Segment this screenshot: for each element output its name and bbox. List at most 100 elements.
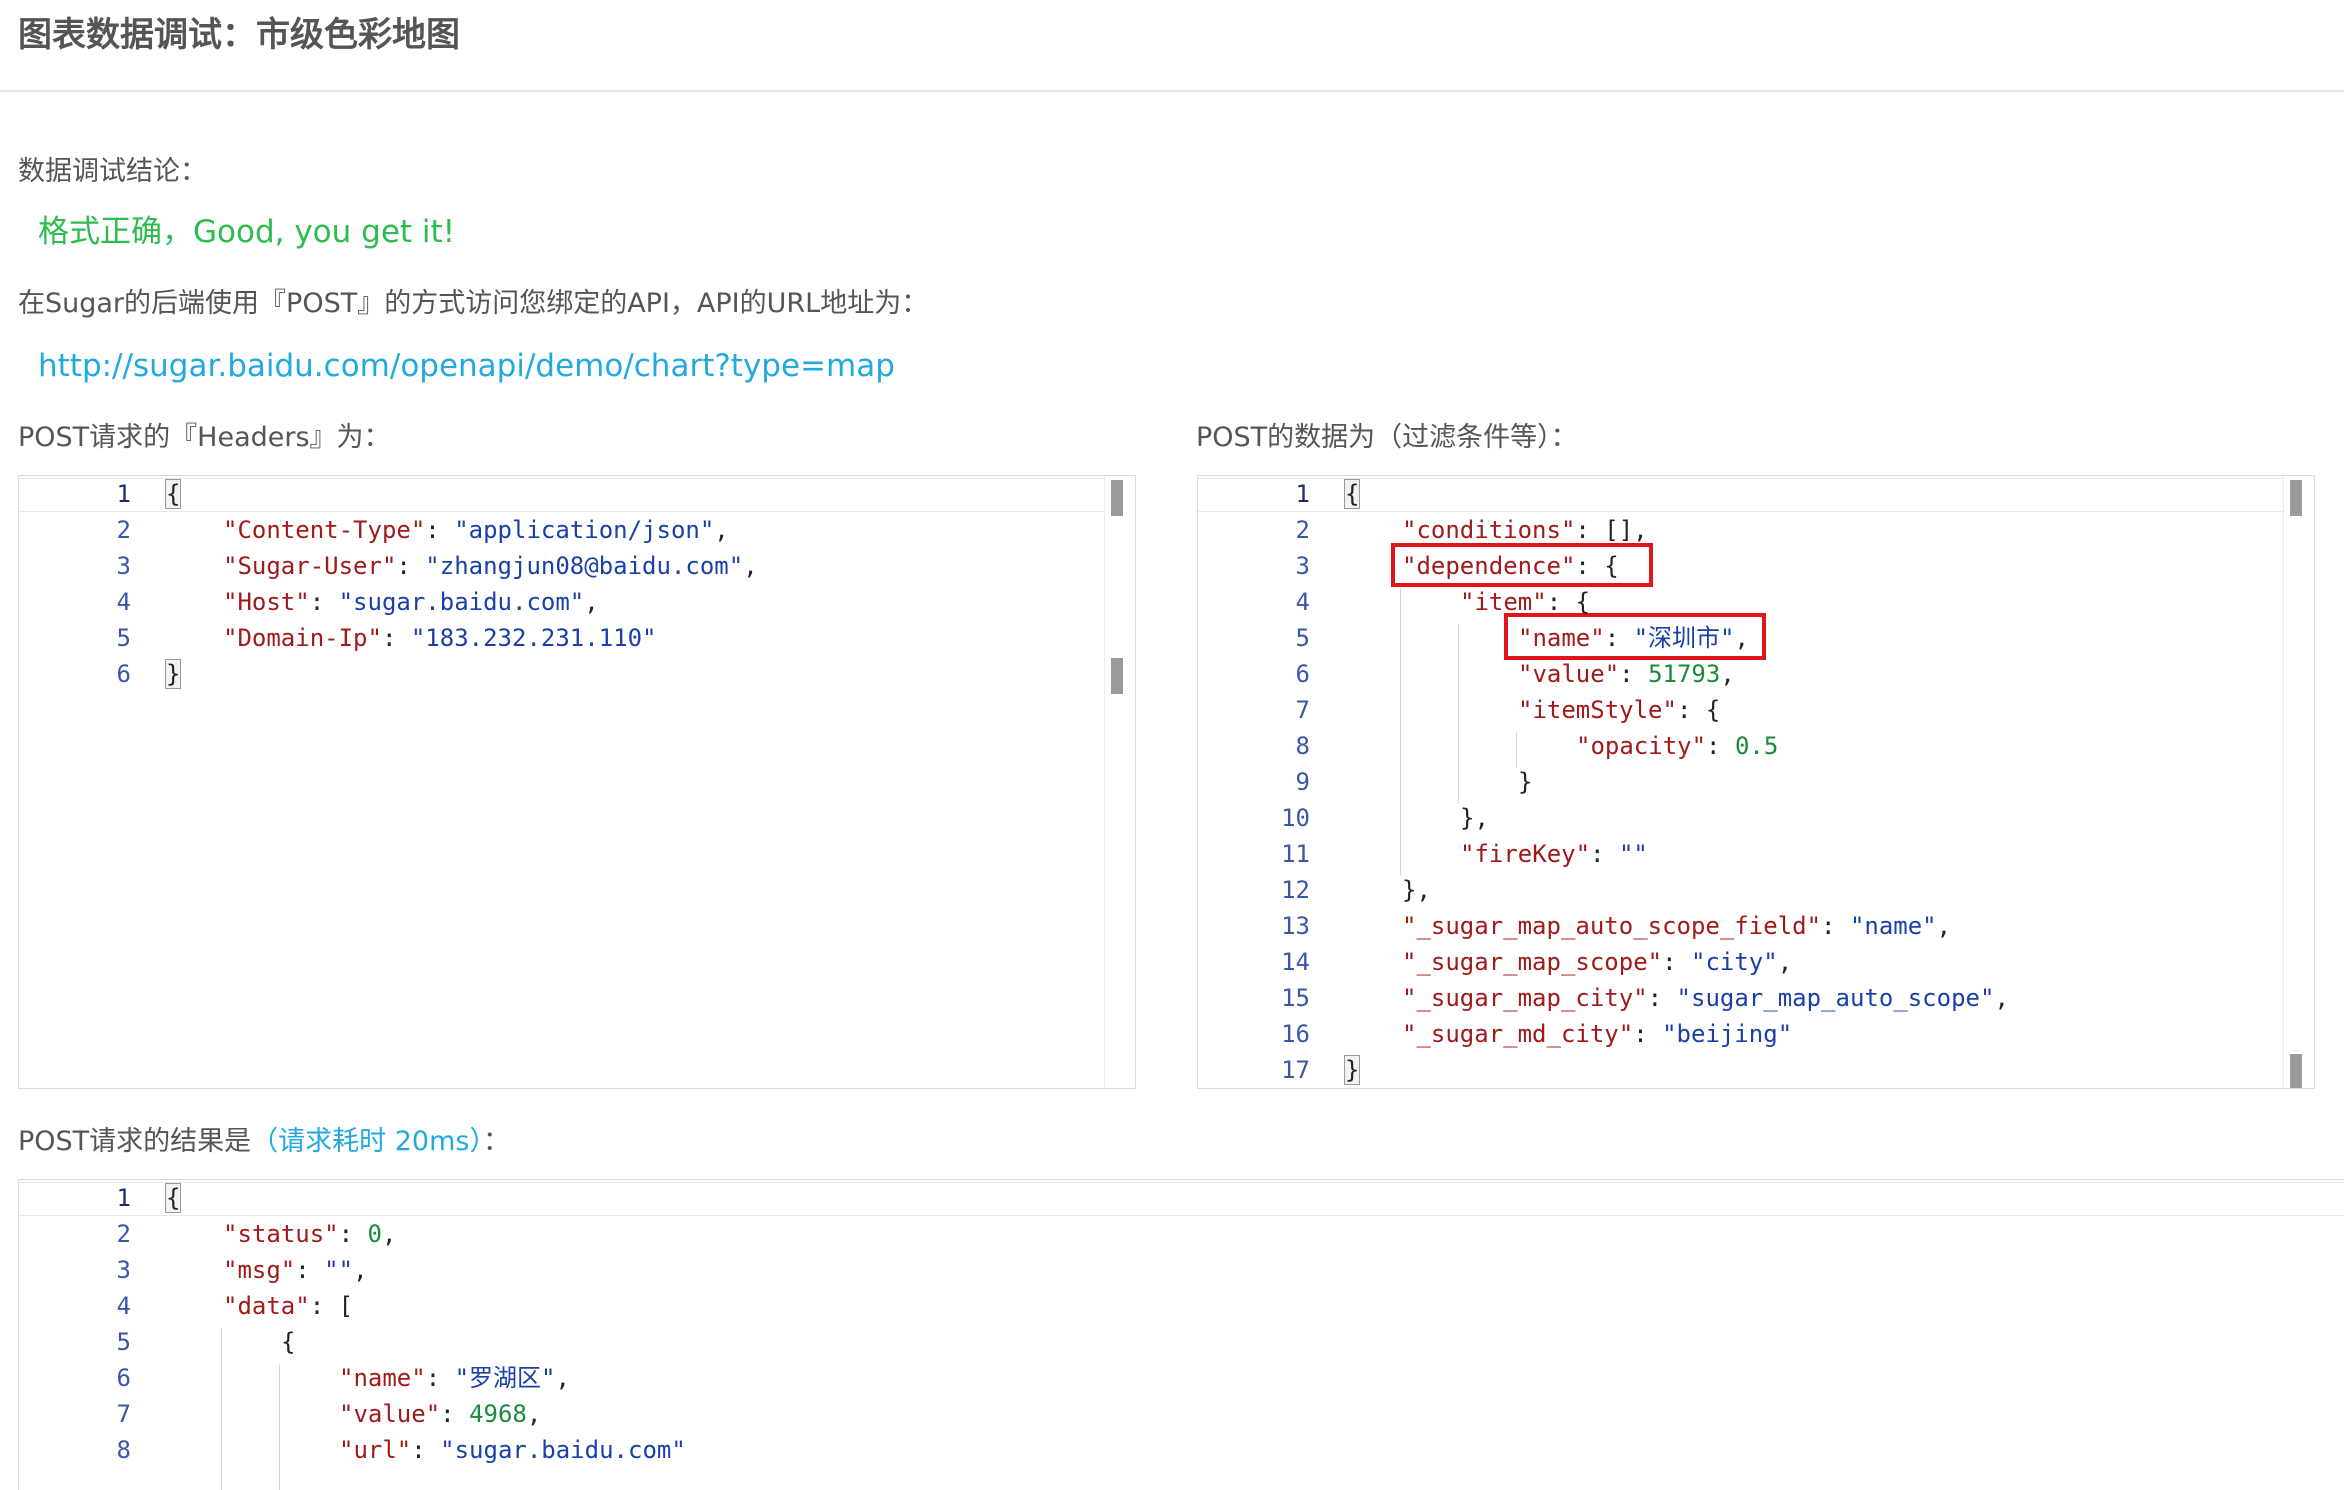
json-key: "Host" [223, 588, 310, 616]
json-key: "value" [1518, 660, 1620, 688]
json-punctuation: : [1619, 660, 1649, 688]
line-number: 4 [116, 588, 131, 616]
line-number: 5 [116, 1328, 131, 1356]
json-number: 4968 [469, 1400, 527, 1428]
json-punctuation: , [381, 1220, 397, 1248]
json-punctuation: , [1734, 624, 1749, 652]
line-number: 9 [1295, 768, 1310, 796]
indent-guide [279, 1364, 280, 1490]
json-punctuation: , [1936, 912, 1952, 940]
json-string: "sugar_map_auto_scope" [1676, 984, 1995, 1012]
line-number: 16 [1281, 1020, 1310, 1048]
line-number: 6 [1295, 660, 1310, 688]
json-punctuation: : [411, 1436, 441, 1464]
line-number: 8 [116, 1436, 131, 1464]
line-number: 2 [1295, 516, 1310, 544]
json-key: "Domain-Ip" [223, 624, 382, 652]
post-data-label: POST的数据为（过滤条件等）： [1196, 422, 1578, 453]
code-text: "url": "sugar.baidu.com" [339, 1432, 686, 1468]
code-text: "itemStyle": { [1518, 692, 1720, 728]
json-punctuation: } [165, 659, 182, 689]
scroll-marker [2290, 480, 2302, 516]
line-number: 1 [116, 480, 131, 508]
result-label: POST请求的结果是（请求耗时 20ms）： [18, 1122, 510, 1162]
json-punctuation: : [1604, 624, 1634, 652]
result-code-editor[interactable]: 1 {2 "status": 0, 3 "msg": "", 4 "data": [5 {6 "… [18, 1179, 2344, 1490]
json-string: "application/json" [454, 516, 715, 544]
line-number: 14 [1281, 948, 1310, 976]
json-punctuation: : [1633, 1020, 1663, 1048]
indent-guide [1400, 588, 1401, 876]
line-number: 1 [116, 1184, 131, 1212]
editor-scrollbar[interactable] [2283, 476, 2314, 1088]
json-key: "item" [1460, 588, 1547, 616]
json-punctuation: , [526, 1400, 542, 1428]
code-text: "value": 4968, [339, 1396, 541, 1432]
code-text: "_sugar_map_auto_scope_field": "name", [1402, 908, 1951, 944]
json-key: "Content-Type" [223, 516, 426, 544]
json-punctuation: : { [1575, 552, 1619, 580]
code-text: "fireKey": "" [1460, 836, 1648, 872]
json-key: "url" [339, 1436, 412, 1464]
code-text: { [1344, 476, 1361, 512]
code-text: }, [1402, 872, 1431, 908]
json-string: "sugar.baidu.com" [440, 1436, 686, 1464]
result-label-colon: ： [482, 1126, 510, 1157]
json-key: "itemStyle" [1518, 696, 1677, 724]
active-line-highlight [19, 1182, 2344, 1216]
code-text: { [165, 476, 182, 512]
json-key: "data" [223, 1292, 310, 1320]
line-number: 6 [116, 660, 131, 688]
editor-scrollbar[interactable] [1104, 476, 1135, 1088]
page-title: 图表数据调试：市级色彩地图 [18, 15, 460, 55]
json-key: "value" [339, 1400, 441, 1428]
line-number: 13 [1281, 912, 1310, 940]
json-string: "罗湖区" [454, 1364, 556, 1392]
code-text: "Domain-Ip": "183.232.231.110" [223, 620, 657, 656]
result-label-text: POST请求的结果是 [18, 1126, 252, 1157]
json-punctuation: }, [1460, 804, 1489, 832]
json-punctuation: : [1662, 948, 1691, 976]
json-punctuation: : [1821, 912, 1850, 940]
api-url-link[interactable]: http://sugar.baidu.com/openapi/demo/char… [38, 344, 895, 388]
indent-guide [1516, 732, 1517, 768]
line-number: 2 [116, 516, 131, 544]
code-text: "data": [ [223, 1288, 353, 1324]
json-punctuation: { [165, 479, 182, 509]
json-number: 0 [367, 1220, 382, 1248]
json-punctuation: , [1777, 948, 1793, 976]
method-text: 在Sugar的后端使用『POST』的方式访问您绑定的API，API的URL地址为… [18, 288, 929, 319]
json-punctuation: , [1994, 984, 2009, 1012]
code-text: "dependence": { [1402, 548, 1619, 584]
json-punctuation: , [555, 1364, 570, 1392]
json-punctuation: } [1344, 1055, 1361, 1085]
code-text: { [165, 1180, 182, 1216]
json-punctuation: { [165, 1183, 182, 1213]
json-key: "dependence" [1402, 552, 1576, 580]
json-key: "_sugar_map_city" [1402, 984, 1648, 1012]
json-punctuation: : [1706, 732, 1735, 760]
json-punctuation: : [425, 516, 455, 544]
code-text: "name": "罗湖区", [339, 1360, 570, 1396]
code-text: { [281, 1324, 295, 1360]
json-key: "_sugar_map_auto_scope_field" [1402, 912, 1822, 940]
json-string: "beijing" [1662, 1020, 1793, 1048]
code-text: } [1344, 1052, 1361, 1088]
line-number: 17 [1281, 1056, 1310, 1084]
line-number: 15 [1281, 984, 1310, 1012]
code-text: } [1518, 764, 1532, 800]
json-punctuation: : [440, 1400, 470, 1428]
code-text: }, [1460, 800, 1489, 836]
json-punctuation: { [281, 1328, 296, 1356]
json-punctuation: : [425, 1364, 455, 1392]
json-punctuation: : [381, 624, 411, 652]
headers-code-editor[interactable]: 1 {2 "Content-Type": "application/json", 3 "… [18, 475, 1136, 1089]
json-key: "status" [223, 1220, 339, 1248]
post-data-code-editor[interactable]: 1{2 "conditions": [], 3 "dependence": {4 "it… [1197, 475, 2315, 1089]
code-text: "name": "深圳市", [1518, 620, 1749, 656]
line-number: 3 [1295, 552, 1310, 580]
json-string: "" [1618, 840, 1648, 868]
line-number: 5 [1295, 624, 1310, 652]
code-text: "Sugar-User": "zhangjun08@baidu.com", [223, 548, 758, 584]
line-number: 6 [116, 1364, 131, 1392]
